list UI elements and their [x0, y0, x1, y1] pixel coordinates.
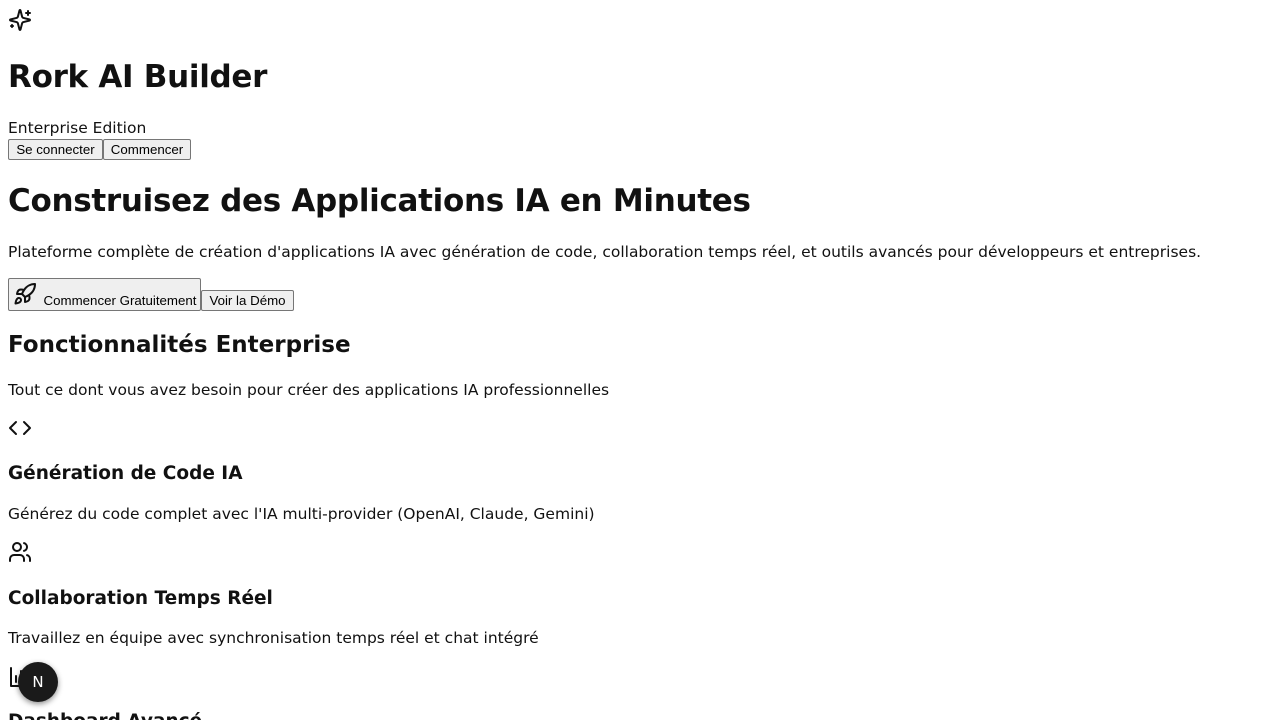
edition-label: Enterprise Edition	[8, 119, 147, 137]
feature-description: Travaillez en équipe avec synchronisatio…	[8, 629, 539, 647]
landing-page: Rork AI Builder Enterprise Edition Se co…	[0, 0, 1280, 720]
feature-description: Générez du code complet avec l'IA multi-…	[8, 505, 595, 523]
rocket-icon	[13, 282, 37, 306]
code-icon	[8, 416, 32, 440]
hero-title: Construisez des Applications IA en Minut…	[8, 183, 751, 219]
nextjs-letter: N	[32, 673, 44, 691]
brand-title: Rork AI Builder	[8, 59, 268, 95]
users-icon	[8, 540, 32, 564]
hero-subtitle: Plateforme complète de création d'applic…	[8, 243, 1202, 261]
nextjs-icon[interactable]: N	[18, 662, 58, 702]
start-free-button[interactable]: Commencer Gratuitement	[8, 278, 201, 311]
start-free-label: Commencer Gratuitement	[43, 292, 197, 308]
login-button[interactable]: Se connecter	[8, 139, 103, 160]
demo-button[interactable]: Voir la Démo	[201, 290, 294, 311]
feature-title: Génération de Code IA	[8, 463, 243, 484]
start-button[interactable]: Commencer	[103, 139, 191, 160]
features-title: Fonctionnalités Enterprise	[8, 332, 351, 358]
feature-title: Dashboard Avancé	[8, 710, 202, 720]
feature-title: Collaboration Temps Réel	[8, 588, 273, 609]
features-subtitle: Tout ce dont vous avez besoin pour créer…	[8, 381, 610, 399]
sparkles-icon	[8, 8, 32, 32]
